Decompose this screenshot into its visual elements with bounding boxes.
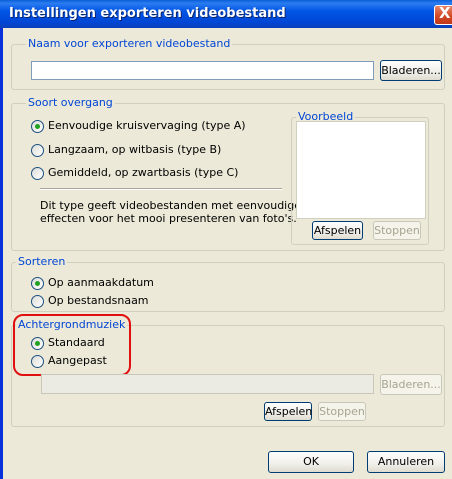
transition-divider <box>40 188 282 190</box>
radio-selected-dot <box>35 281 40 286</box>
transition-option-c-label: Gemiddeld, op zwartbasis (type C) <box>48 166 239 179</box>
export-name-input[interactable] <box>31 61 374 80</box>
sort-legend: Sorteren <box>16 255 68 268</box>
title-bar[interactable]: Instellingen exporteren videobestand X <box>0 0 452 28</box>
export-settings-dialog: Instellingen exporteren videobestand X N… <box>0 0 452 479</box>
music-play-button[interactable]: Afspelen <box>264 402 312 421</box>
radio-circle <box>31 277 44 290</box>
radio-circle <box>31 144 44 157</box>
radio-circle <box>31 167 44 180</box>
preview-play-button[interactable]: Afspelen <box>312 221 363 240</box>
sort-option-created-label: Op aanmaakdatum <box>48 276 154 289</box>
music-file-input[interactable] <box>41 374 374 394</box>
radio-selected-dot <box>35 124 40 129</box>
export-name-legend: Naam voor exporteren videobestand <box>26 37 233 50</box>
radio-circle <box>31 295 44 308</box>
music-highlight-outline <box>13 314 131 376</box>
music-stop-button[interactable]: Stoppen <box>318 402 366 421</box>
transition-option-b-label: Langzaam, op witbasis (type B) <box>48 143 222 156</box>
transition-option-a-label: Eenvoudige kruisvervaging (type A) <box>48 119 246 132</box>
transition-description-line-2: effecten voor het mooi presenteren van f… <box>40 212 297 225</box>
export-browse-button[interactable]: Bladeren... <box>380 60 442 81</box>
cancel-button[interactable]: Annuleren <box>367 451 445 473</box>
sort-option-filename-label: Op bestandsnaam <box>48 294 149 307</box>
transition-description: Dit type geeft videobestanden met eenvou… <box>40 199 301 225</box>
window-left-border <box>0 28 3 479</box>
preview-area <box>296 121 426 219</box>
transition-legend: Soort overgang <box>26 96 115 109</box>
preview-stop-button[interactable]: Stoppen <box>373 221 421 240</box>
close-button[interactable]: X <box>434 4 452 25</box>
ok-button[interactable]: OK <box>268 451 354 473</box>
radio-circle <box>31 120 44 133</box>
window-title: Instellingen exporteren videobestand <box>9 6 286 21</box>
transition-description-line-1: Dit type geeft videobestanden met eenvou… <box>40 199 301 212</box>
music-browse-button[interactable]: Bladeren... <box>380 374 442 395</box>
close-icon: X <box>439 4 451 22</box>
